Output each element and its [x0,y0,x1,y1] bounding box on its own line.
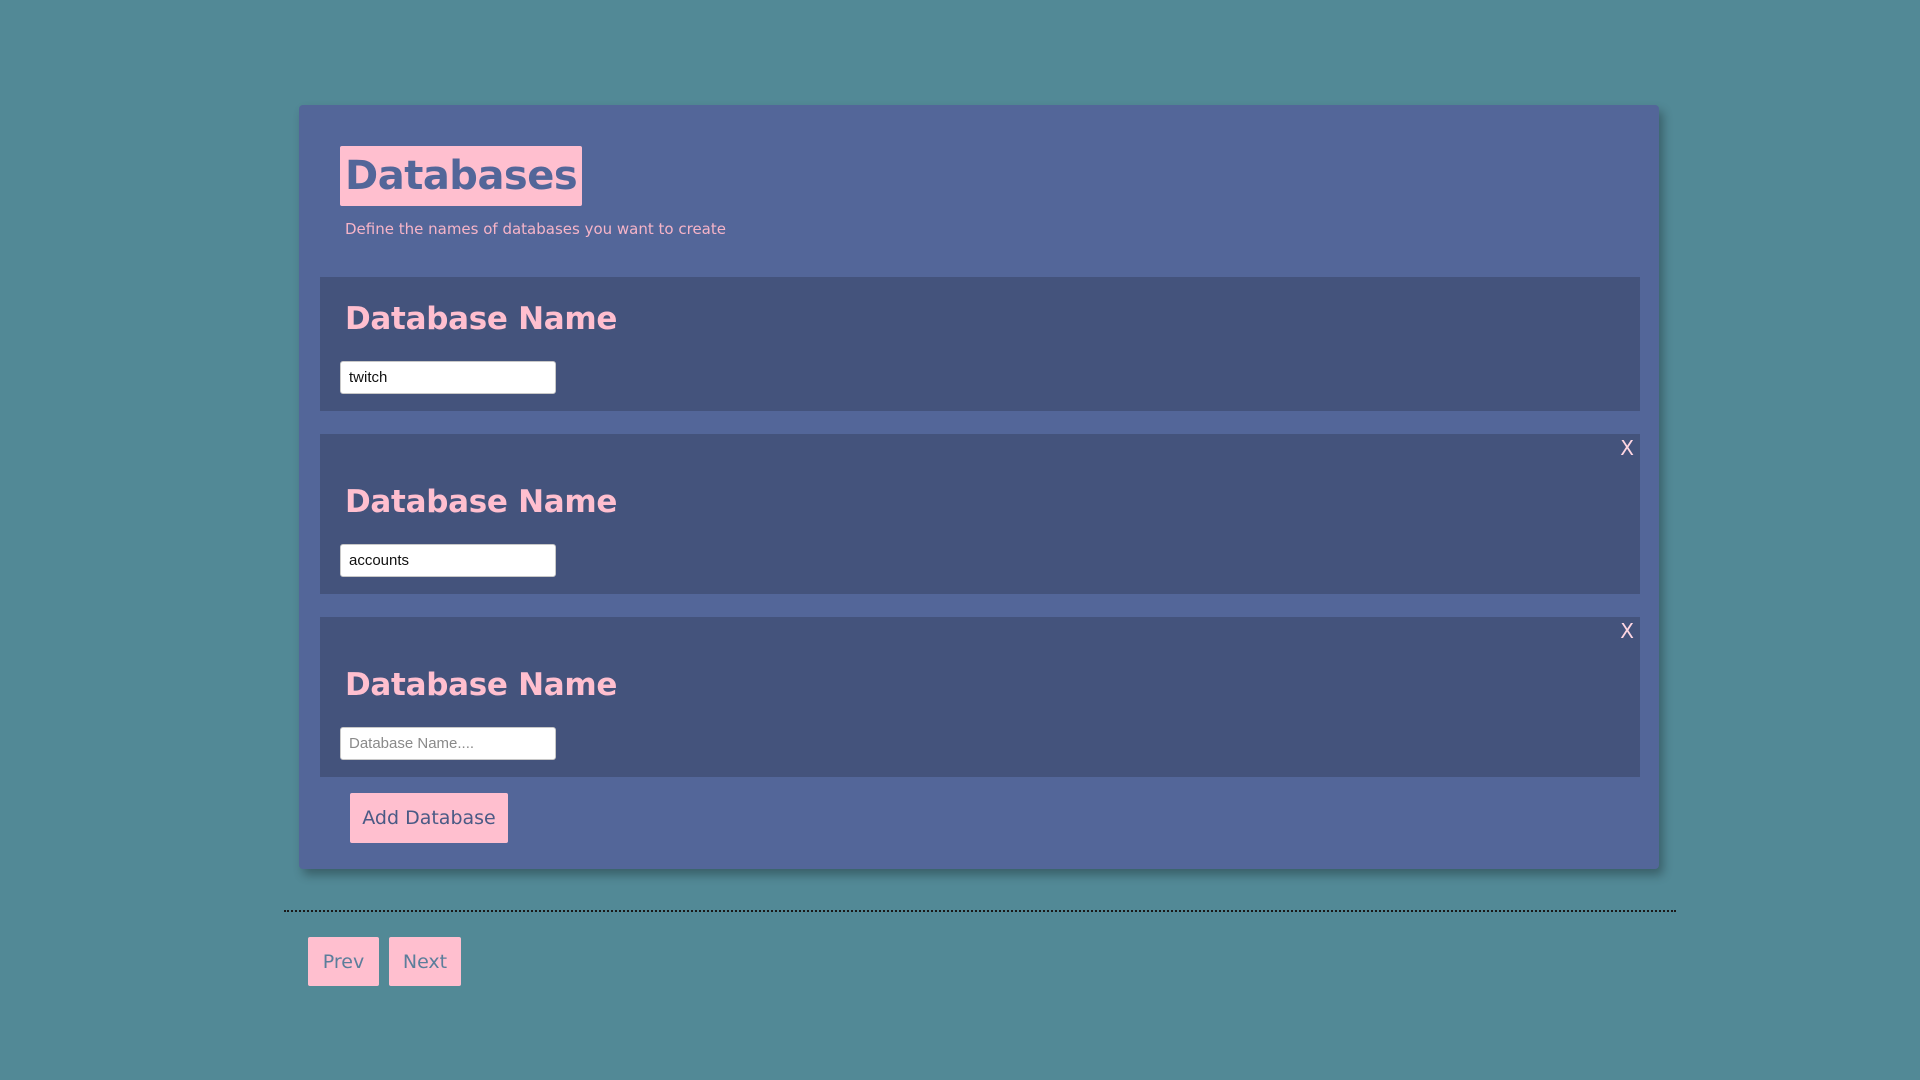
remove-database-button[interactable]: X [1620,436,1634,460]
database-card-1: Database Name [320,277,1640,411]
databases-panel: Databases Define the names of databases … [299,105,1659,869]
next-button[interactable]: Next [389,937,461,986]
database-name-input[interactable] [340,544,556,577]
database-name-input[interactable] [340,361,556,394]
page-subtitle: Define the names of databases you want t… [345,220,726,238]
database-card-3: X Database Name [320,617,1640,777]
database-card-2: X Database Name [320,434,1640,594]
database-name-label: Database Name [345,667,618,703]
remove-database-button[interactable]: X [1620,619,1634,643]
prev-button[interactable]: Prev [308,937,379,986]
database-name-label: Database Name [345,301,618,337]
database-name-label: Database Name [345,484,618,520]
database-name-input[interactable] [340,727,556,760]
add-database-button[interactable]: Add Database [350,793,508,843]
page-title: Databases [340,146,583,206]
divider [284,910,1676,912]
